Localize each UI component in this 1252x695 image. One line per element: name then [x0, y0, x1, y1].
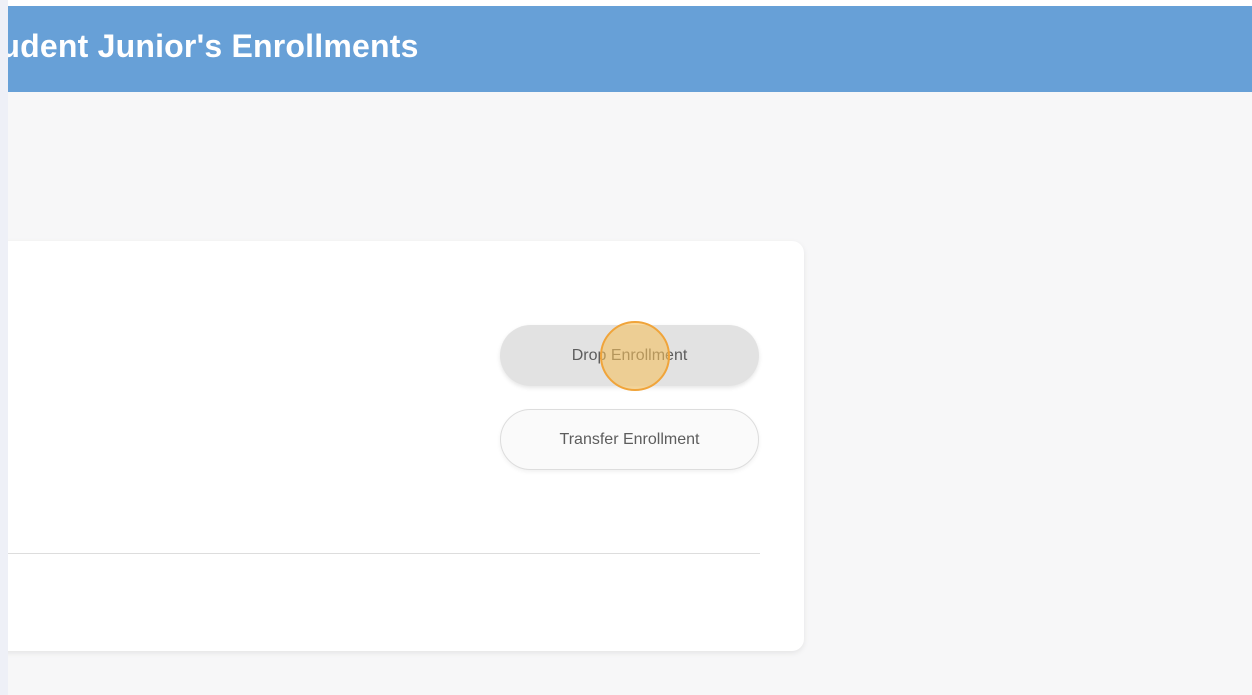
page-viewport: Student Junior's Enrollments Drop Enroll… — [8, 6, 1252, 695]
drop-enrollment-button[interactable]: Drop Enrollment — [500, 325, 759, 386]
card-divider — [8, 553, 760, 554]
enrollment-card: Drop Enrollment Transfer Enrollment — [8, 241, 804, 651]
transfer-enrollment-button[interactable]: Transfer Enrollment — [500, 409, 759, 470]
left-gutter — [0, 0, 8, 695]
page-header: Student Junior's Enrollments — [8, 6, 1252, 92]
page-title: Student Junior's Enrollments — [8, 28, 419, 64]
